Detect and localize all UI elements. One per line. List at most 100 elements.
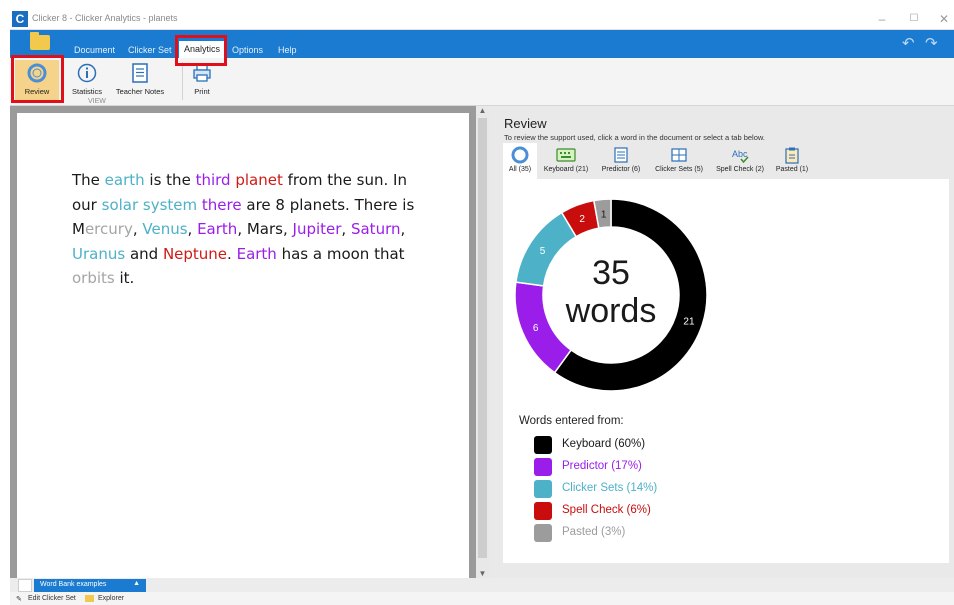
app-logo-icon: C [12,11,28,27]
tab-keyboard-label: Keyboard (21) [543,166,589,173]
doc-word-predictor[interactable]: Jupiter [293,220,342,238]
tab-spell-check-label: Spell Check (2) [716,166,764,173]
doc-word-clicker-sets[interactable]: earth [105,171,145,189]
donut-icon [511,146,529,164]
tab-all[interactable]: All (35) [503,143,537,179]
view-group-label: VIEW [88,98,106,105]
menu-bar: Document Clicker Set Analytics Options H… [10,30,954,58]
maximize-button[interactable]: ☐ [904,11,924,27]
menu-options[interactable]: Options [232,45,263,55]
clicker-window: C Clicker 8 - Clicker Analytics - planet… [0,0,954,605]
review-panel: Review To review the support used, click… [489,106,954,578]
toolbar-divider [182,62,183,100]
doc-word-keyboard[interactable]: , [133,220,143,238]
explorer-folder-icon[interactable] [85,595,94,602]
legend-swatch [534,458,552,476]
undo-icon[interactable]: ↶ [902,34,915,52]
document-page[interactable]: The earth is the third planet from the s… [17,113,469,583]
menu-clicker-set[interactable]: Clicker Set [128,45,172,55]
doc-word-clicker-sets[interactable]: Uranus [72,245,125,263]
minimize-button[interactable]: – [872,11,892,27]
review-content: 21 6 5 2 1 35 words Words entered from: Keyb… [503,179,949,563]
close-button[interactable]: ✕ [934,11,954,27]
scroll-thumb[interactable] [478,118,487,558]
review-hint: To review the support used, click a word… [504,133,765,142]
notes-icon [132,63,148,83]
document-area: The earth is the third planet from the s… [10,106,486,583]
document-text[interactable]: The earth is the third planet from the s… [72,168,432,291]
toolbar: Review Statistics Teacher Notes VIEW Pri… [10,58,954,106]
print-label: Print [194,87,210,96]
menu-document[interactable]: Document [74,45,115,55]
title-bar: C Clicker 8 - Clicker Analytics - planet… [10,8,954,30]
status-bar: ✎ Edit Clicker Set Explorer [10,592,954,605]
donut-slice-value-label: 5 [540,246,546,257]
doc-word-spell-check[interactable]: Neptune [163,245,227,263]
tab-all-label: All (35) [508,166,532,173]
analytics-highlight [175,35,227,66]
teacher-notes-button[interactable]: Teacher Notes [110,60,170,102]
legend-label: Keyboard (60%) [562,438,646,450]
statistics-button[interactable]: Statistics [66,60,108,102]
doc-word-keyboard[interactable]: , [188,220,198,238]
doc-word-keyboard[interactable]: and [125,245,163,263]
doc-word-predictor[interactable]: Earth [237,245,277,263]
doc-word-keyboard[interactable]: . [227,245,237,263]
doc-word-keyboard[interactable]: , Mars, [237,220,292,238]
keyboard-icon [556,148,576,162]
review-title: Review [504,116,547,131]
doc-word-predictor[interactable]: there [202,196,242,214]
explorer-link[interactable]: Explorer [98,595,124,602]
redo-icon[interactable]: ↷ [925,34,938,52]
doc-word-predictor[interactable]: third [196,171,231,189]
doc-word-clicker-sets[interactable]: Venus [142,220,187,238]
donut-slice-value-label: 2 [579,214,585,225]
legend-swatch [534,524,552,542]
tab-predictor-label: Predictor (6) [601,166,641,173]
print-button[interactable]: Print [186,60,218,102]
svg-text:Abc: Abc [732,149,748,159]
legend-label: Clicker Sets (14%) [562,482,658,494]
grid-icon [671,148,687,162]
info-icon [77,63,97,83]
window-title: Clicker 8 - Clicker Analytics - planets [32,13,178,23]
doc-word-predictor[interactable]: Saturn [351,220,401,238]
tab-predictor[interactable]: Predictor (6) [595,143,647,179]
doc-word-keyboard[interactable]: , [341,220,351,238]
edit-clicker-set-link[interactable]: Edit Clicker Set [28,595,76,602]
legend-label: Spell Check (6%) [562,504,651,516]
words-unit: words [565,292,657,330]
tab-up-arrow-icon[interactable]: ▲ [133,580,140,587]
scroll-down-icon[interactable]: ▼ [476,569,489,578]
document-scrollbar[interactable]: ▲ ▼ [476,106,489,578]
scroll-up-icon[interactable]: ▲ [476,106,489,115]
donut-slice-value-label: 6 [533,323,539,334]
doc-word-keyboard[interactable]: , [400,220,405,238]
legend-swatch [534,502,552,520]
doc-word-pasted[interactable]: orbits [72,269,115,287]
doc-word-spell-check[interactable]: planet [235,171,283,189]
predictor-icon [614,147,628,163]
doc-word-keyboard[interactable]: is the [145,171,196,189]
donut-slice-value-label: 21 [683,316,695,327]
pencil-icon[interactable]: ✎ [16,595,22,603]
page-icon[interactable] [18,579,32,592]
bottom-tab-bar: Word Bank examples ▲ [10,578,954,592]
doc-word-pasted[interactable]: ercury [85,220,133,238]
doc-word-keyboard[interactable]: has a moon that [277,245,405,263]
word-bank-tab[interactable]: Word Bank examples ▲ [34,579,146,592]
donut-slice-value-label: 1 [601,209,607,220]
doc-word-clicker-sets[interactable]: solar system [102,196,198,214]
tab-keyboard[interactable]: Keyboard (21) [538,143,594,179]
doc-word-keyboard[interactable]: it. [115,269,135,287]
doc-word-predictor[interactable]: Earth [197,220,237,238]
tab-clicker-sets[interactable]: Clicker Sets (5) [648,143,710,179]
spellcheck-icon: Abc [732,149,749,164]
legend-swatch [534,480,552,498]
tab-spell-check[interactable]: Abc Spell Check (2) [711,143,769,179]
tab-pasted-label: Pasted (1) [775,166,809,173]
tab-pasted[interactable]: Pasted (1) [770,143,814,179]
doc-word-keyboard[interactable]: The [72,171,105,189]
menu-help[interactable]: Help [278,45,297,55]
folder-icon[interactable] [30,32,50,50]
